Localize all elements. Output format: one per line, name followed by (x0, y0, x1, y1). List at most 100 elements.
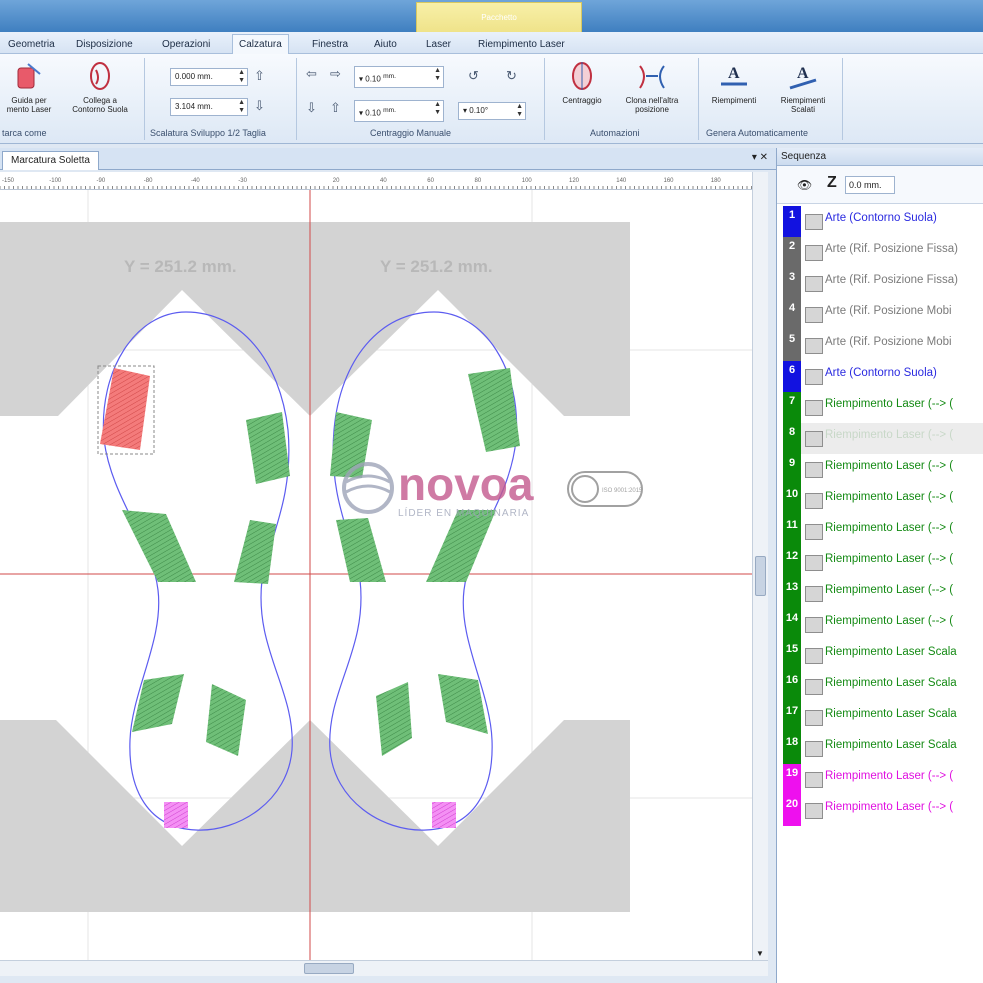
sequence-row-label: Riempimento Laser (--> ( (825, 429, 954, 441)
sequence-row-label: Riempimento Laser Scala (825, 677, 957, 689)
ruler-tick-label: 80 (475, 178, 482, 184)
cent-step-1-unit: mm. (383, 73, 397, 80)
left-fill-red[interactable] (100, 368, 150, 450)
vertical-scroll-thumb[interactable] (755, 556, 766, 596)
arrow-down-outline-icon[interactable]: ⇩ (254, 98, 265, 114)
sequence-row[interactable]: 20 Riempimento Laser (--> ( (783, 795, 983, 826)
collega-contorno-button[interactable]: Collega a Contorno Suola (62, 60, 138, 114)
sequence-row[interactable]: 18 Riempimento Laser Scala (783, 733, 983, 764)
group-label-centraggio: Centraggio Manuale (370, 128, 452, 138)
horizontal-scroll-thumb[interactable] (304, 963, 354, 974)
layer-thumbnail-icon (805, 772, 823, 788)
rotate-cw-icon[interactable]: ↻ (506, 68, 517, 84)
sequence-row[interactable]: 2 Arte (Rif. Posizione Fissa) (783, 237, 983, 268)
sequence-row[interactable]: 17 Riempimento Laser Scala (783, 702, 983, 733)
right-fill-green-4[interactable] (426, 510, 496, 582)
sequence-row-number: 9 (783, 454, 801, 485)
tab-disposizione[interactable]: Disposizione (70, 36, 139, 54)
arrow-left-outline-icon[interactable]: ⇦ (306, 66, 317, 82)
vertical-scrollbar[interactable]: ▼ (752, 172, 768, 960)
right-fill-green-2[interactable] (330, 412, 372, 478)
sequence-row[interactable]: 6 Arte (Contorno Suola) (783, 361, 983, 392)
sequence-row-label: Riempimento Laser (--> ( (825, 584, 954, 596)
riempimenti-scalati-button[interactable]: A Riempimenti Scalati (768, 60, 838, 114)
sequence-row-label: Arte (Contorno Suola) (825, 212, 937, 224)
tab-operazioni[interactable]: Operazioni (156, 36, 216, 54)
cent-angle-spinner[interactable]: ▾ 0.10° ▲ ▼ (458, 102, 526, 120)
layer-thumbnail-icon (805, 214, 823, 230)
sequence-row[interactable]: 4 Arte (Rif. Posizione Mobi (783, 299, 983, 330)
ruler-tick-label: 120 (569, 178, 580, 184)
right-fill-green-1[interactable] (468, 368, 520, 452)
document-window-controls[interactable]: ▾ ✕ (752, 152, 768, 163)
riempimenti-label: Riempimenti (711, 96, 757, 105)
tab-geometria[interactable]: Geometria (2, 36, 61, 54)
arrow-down-outline-icon[interactable]: ⇩ (306, 100, 317, 116)
sequence-row[interactable]: 1 Arte (Contorno Suola) (783, 206, 983, 237)
right-fill-green-3[interactable] (336, 518, 386, 582)
rotate-ccw-icon[interactable]: ↺ (468, 68, 479, 84)
z-input[interactable]: 0.0 mm. (845, 176, 895, 194)
top-right-fixture[interactable] (310, 222, 630, 416)
ruler-tick-label: -100 (49, 178, 62, 184)
novoa-logo: novoa LÍDER EN MAQUINARIA ISO 9001:2015 (342, 458, 643, 519)
right-fill-magenta[interactable] (432, 802, 456, 828)
sequence-toolbar: 👁 Z 0.0 mm. (777, 166, 983, 204)
logo-tagline: LÍDER EN MAQUINARIA (398, 506, 529, 519)
arrow-up-outline-icon[interactable]: ⇧ (254, 68, 265, 84)
clona-button[interactable]: Clona nell'altra posizione (612, 60, 692, 114)
spinner-arrows-icon[interactable]: ▲ ▼ (238, 99, 245, 115)
cent-step-spinner-2[interactable]: ▾ 0.10 mm. ▲ ▼ (354, 100, 444, 122)
sequence-row[interactable]: 11 Riempimento Laser (--> ( (783, 516, 983, 547)
spinner-arrows-icon[interactable]: ▲ ▼ (434, 101, 441, 117)
arrow-right-outline-icon[interactable]: ⇨ (330, 66, 341, 82)
left-fill-green-4[interactable] (132, 674, 184, 732)
guida-laser-button[interactable]: Guida per mento Laser (0, 60, 58, 114)
riempimenti-button[interactable]: A Riempimenti (702, 60, 766, 105)
sequence-row[interactable]: 8 Riempimento Laser (--> ( (783, 423, 983, 454)
sequence-row[interactable]: 5 Arte (Rif. Posizione Mobi (783, 330, 983, 361)
sequence-row[interactable]: 3 Arte (Rif. Posizione Fissa) (783, 268, 983, 299)
spinner-arrows-icon[interactable]: ▲ ▼ (434, 67, 441, 83)
scaling-top-spinner[interactable]: 0.000 mm. ▲ ▼ (170, 68, 248, 86)
document-tab-marcatura[interactable]: Marcatura Soletta (2, 151, 99, 170)
tab-laser[interactable]: Laser (420, 36, 457, 54)
bottom-right-fixture[interactable] (310, 720, 630, 912)
ruler-tick-label: 160 (664, 178, 675, 184)
sequence-row-number: 18 (783, 733, 801, 764)
sequence-row-label: Arte (Rif. Posizione Fissa) (825, 243, 958, 255)
right-fill-green-5[interactable] (376, 682, 412, 756)
sequence-row[interactable]: 7 Riempimento Laser (--> ( (783, 392, 983, 423)
left-fill-green-1[interactable] (246, 412, 290, 484)
eye-icon[interactable]: 👁 (797, 178, 812, 192)
cent-step-spinner-1[interactable]: ▾ 0.10 mm. ▲ ▼ (354, 66, 444, 88)
spinner-arrows-icon[interactable]: ▲ ▼ (516, 103, 523, 119)
sequence-row[interactable]: 19 Riempimento Laser (--> ( (783, 764, 983, 795)
sequence-row[interactable]: 9 Riempimento Laser (--> ( (783, 454, 983, 485)
arrow-up-outline-icon[interactable]: ⇧ (330, 100, 341, 116)
left-fill-magenta[interactable] (164, 802, 188, 828)
layer-thumbnail-icon (805, 431, 823, 447)
sequence-row[interactable]: 16 Riempimento Laser Scala (783, 671, 983, 702)
sequence-row[interactable]: 12 Riempimento Laser (--> ( (783, 547, 983, 578)
sequence-row[interactable]: 15 Riempimento Laser Scala (783, 640, 983, 671)
drawing-canvas[interactable]: Y = 251.2 mm. Y = 251.2 mm. novoa LÍDER … (0, 190, 756, 960)
sequence-row[interactable]: 14 Riempimento Laser (--> ( (783, 609, 983, 640)
sequence-row[interactable]: 10 Riempimento Laser (--> ( (783, 485, 983, 516)
left-fill-green-5[interactable] (206, 684, 246, 756)
group-separator (842, 58, 843, 140)
tab-aiuto[interactable]: Aiuto (368, 36, 403, 54)
tab-riempimento-laser[interactable]: Riempimento Laser (472, 36, 571, 54)
tab-finestra[interactable]: Finestra (306, 36, 354, 54)
spinner-arrows-icon[interactable]: ▲ ▼ (238, 69, 245, 85)
scroll-down-arrow-icon[interactable]: ▼ (756, 949, 764, 958)
top-left-fixture[interactable] (0, 222, 310, 416)
left-fill-green-2[interactable] (122, 510, 196, 582)
sequence-row-number: 12 (783, 547, 801, 578)
horizontal-scrollbar[interactable] (0, 960, 768, 976)
ruler-tick-label: 180 (711, 178, 722, 184)
tab-calzatura[interactable]: Calzatura (232, 34, 289, 55)
centraggio-button[interactable]: Centraggio (552, 60, 612, 105)
scaling-bottom-spinner[interactable]: 3.104 mm. ▲ ▼ (170, 98, 248, 116)
sequence-row[interactable]: 13 Riempimento Laser (--> ( (783, 578, 983, 609)
